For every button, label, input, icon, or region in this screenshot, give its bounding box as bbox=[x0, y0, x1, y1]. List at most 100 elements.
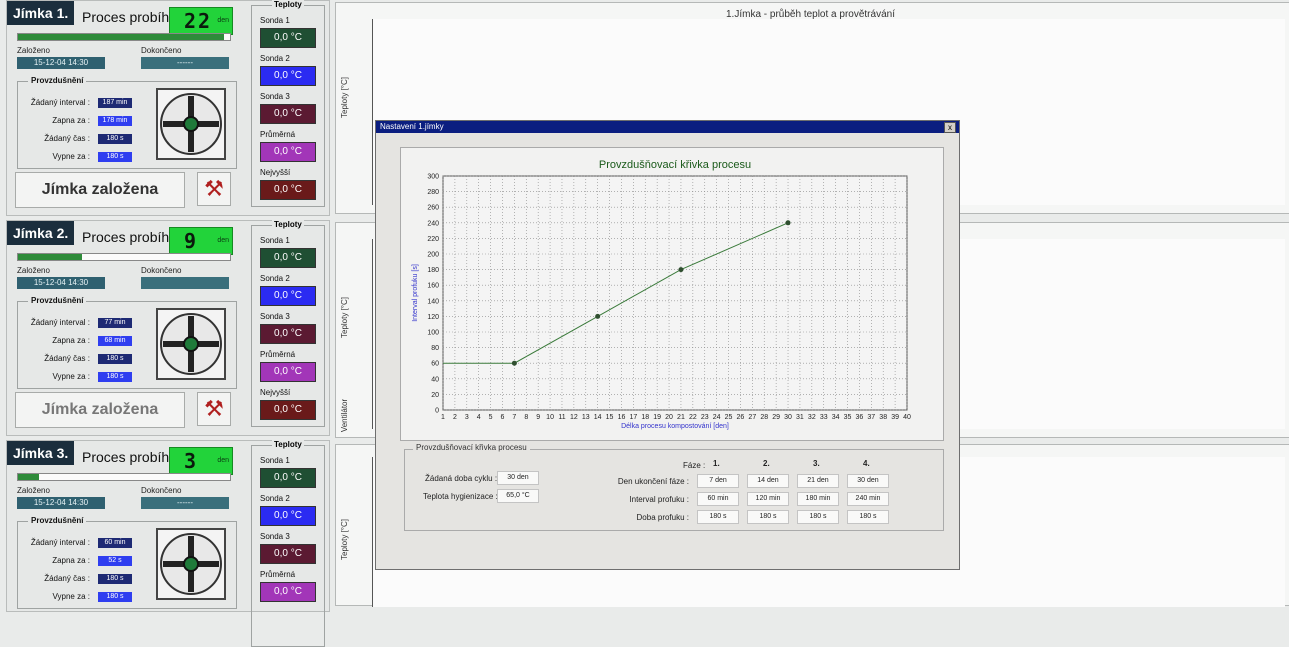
x-tick-label: 22 bbox=[689, 414, 697, 421]
temperatures-title: Teploty bbox=[272, 440, 304, 449]
vent-row-label: Žádaný čas : bbox=[44, 354, 90, 363]
x-tick-label: 38 bbox=[879, 414, 887, 421]
probe-value: 0,0 °C bbox=[260, 104, 316, 124]
phase-cell[interactable]: 180 s bbox=[697, 510, 739, 524]
phase-cell[interactable]: 60 min bbox=[697, 492, 739, 506]
probe-value: 0,0 °C bbox=[260, 362, 316, 382]
x-tick-label: 32 bbox=[808, 414, 816, 421]
x-tick-label: 35 bbox=[844, 414, 852, 421]
phase-row-label: Den ukončení fáze : bbox=[617, 477, 689, 486]
x-tick-label: 37 bbox=[867, 414, 875, 421]
probe-label: Průměrná bbox=[260, 130, 296, 139]
vent-row-label: Žádaný interval : bbox=[30, 318, 90, 327]
jimka-status-button[interactable]: Jímka založena bbox=[15, 392, 185, 428]
fan-icon bbox=[156, 88, 226, 160]
hygiene-temp-input[interactable]: 65,0 °C bbox=[497, 489, 539, 503]
vent-row-label: Zapna za : bbox=[52, 336, 90, 345]
x-tick-label: 10 bbox=[546, 414, 554, 421]
days-unit: den bbox=[217, 17, 229, 24]
x-tick-label: 36 bbox=[856, 414, 864, 421]
phase-row-label: Doba profuku : bbox=[636, 513, 689, 522]
x-tick-label: 25 bbox=[725, 414, 733, 421]
x-tick-label: 1 bbox=[441, 414, 445, 421]
x-tick-label: 29 bbox=[772, 414, 780, 421]
phase-row-label: Interval profuku : bbox=[629, 495, 689, 504]
jimka-panel: Jímka 3. Proces probíhá : 3 den Založeno… bbox=[6, 440, 330, 647]
settings-dialog: Nastavení 1.jímky x 1 2 3 4 5 6 7 8 9 10 11 12 13 14 1… bbox=[375, 120, 960, 570]
phase-cell[interactable]: 180 s bbox=[797, 510, 839, 524]
curve-chart: 1 2 3 4 5 6 7 8 9 10 11 12 13 14 15 16 17 18 19 20 21 22 23 24 2… bbox=[412, 159, 911, 430]
jimka-panel: Jímka 2. Proces probíhá : 9 den Založeno… bbox=[6, 220, 330, 436]
phase-label: Fáze : bbox=[683, 461, 706, 470]
curve-point bbox=[511, 360, 517, 366]
y-tick-label: 20 bbox=[431, 392, 439, 399]
cycle-input[interactable]: 30 den bbox=[497, 471, 539, 485]
phase-cell[interactable]: 14 den bbox=[747, 474, 789, 488]
phase-cell[interactable]: 21 den bbox=[797, 474, 839, 488]
fan-icon bbox=[156, 528, 226, 600]
start-date: 15-12-04 14:30 bbox=[17, 497, 105, 509]
vent-row-value: 52 s bbox=[98, 556, 132, 566]
probe-value: 0,0 °C bbox=[260, 286, 316, 306]
y-tick-label: 0 bbox=[435, 408, 439, 415]
x-tick-label: 34 bbox=[832, 414, 840, 421]
temperatures-title: Teploty bbox=[272, 220, 304, 229]
process-progress-bar bbox=[17, 33, 231, 41]
days-value: 9 bbox=[184, 229, 199, 253]
zalozeno-label: Založeno bbox=[17, 266, 50, 275]
y-tick-label: 180 bbox=[427, 267, 439, 274]
probe-value: 0,0 °C bbox=[260, 582, 316, 602]
aeration-title: Provzdušnění bbox=[28, 516, 87, 525]
x-tick-label: 24 bbox=[713, 414, 721, 421]
aeration-group: Provzdušnění Žádaný interval : 77 min Zap… bbox=[17, 296, 237, 389]
y-axis-label: Interval profuku [s] bbox=[412, 264, 419, 322]
dialog-titlebar[interactable]: Nastavení 1.jímky x bbox=[376, 121, 959, 133]
vent-row-value: 187 min bbox=[98, 98, 132, 108]
vent-row-value: 180 s bbox=[98, 574, 132, 584]
x-tick-label: 16 bbox=[618, 414, 626, 421]
x-tick-label: 21 bbox=[677, 414, 685, 421]
aeration-group: Provzdušnění Žádaný interval : 60 min Zap… bbox=[17, 516, 237, 609]
phase-cell[interactable]: 180 s bbox=[847, 510, 889, 524]
phase-cell[interactable]: 180 min bbox=[797, 492, 839, 506]
probe-label: Nejvyšší bbox=[260, 168, 291, 177]
x-tick-label: 6 bbox=[501, 414, 505, 421]
settings-tools-icon[interactable]: ⚒ bbox=[197, 392, 231, 426]
phase-cell[interactable]: 7 den bbox=[697, 474, 739, 488]
curve-point bbox=[595, 313, 601, 319]
vent-row-value: 180 s bbox=[98, 354, 132, 364]
probe-label: Sonda 2 bbox=[260, 54, 290, 63]
probe-label: Průměrná bbox=[260, 570, 296, 579]
phase-cell[interactable]: 240 min bbox=[847, 492, 889, 506]
probe-label: Sonda 2 bbox=[260, 274, 290, 283]
vent-row-value: 60 min bbox=[98, 538, 132, 548]
x-tick-label: 26 bbox=[737, 414, 745, 421]
phase-cell[interactable]: 120 min bbox=[747, 492, 789, 506]
close-icon[interactable]: x bbox=[944, 122, 956, 133]
x-tick-label: 39 bbox=[891, 414, 899, 421]
probe-value: 0,0 °C bbox=[260, 142, 316, 162]
x-tick-label: 11 bbox=[558, 414, 565, 421]
phase-cell[interactable]: 30 den bbox=[847, 474, 889, 488]
phase-cell[interactable]: 180 s bbox=[747, 510, 789, 524]
vent-row-value: 180 s bbox=[98, 134, 132, 144]
probe-value: 0,0 °C bbox=[260, 180, 316, 200]
probe-value: 0,0 °C bbox=[260, 468, 316, 488]
probe-value: 0,0 °C bbox=[260, 324, 316, 344]
jimka-status-button[interactable]: Jímka založena bbox=[15, 172, 185, 208]
process-progress-bar bbox=[17, 473, 231, 481]
probe-value: 0,0 °C bbox=[260, 544, 316, 564]
y-tick-label: 280 bbox=[427, 189, 439, 196]
y-tick-label: 260 bbox=[427, 205, 439, 212]
process-progress-bar bbox=[17, 253, 231, 261]
probe-value: 0,0 °C bbox=[260, 506, 316, 526]
settings-tools-icon[interactable]: ⚒ bbox=[197, 172, 231, 206]
jimka-title: Jímka 2. bbox=[7, 221, 75, 245]
cycle-label: Žádaná doba cyklu : bbox=[425, 474, 498, 483]
bg-chart-vent-label: Ventilátor bbox=[340, 398, 350, 433]
y-tick-label: 200 bbox=[427, 252, 439, 259]
aeration-title: Provzdušnění bbox=[28, 76, 87, 85]
x-tick-label: 14 bbox=[594, 414, 602, 421]
probe-label: Sonda 1 bbox=[260, 16, 290, 25]
phase-header: 2. bbox=[763, 459, 770, 468]
